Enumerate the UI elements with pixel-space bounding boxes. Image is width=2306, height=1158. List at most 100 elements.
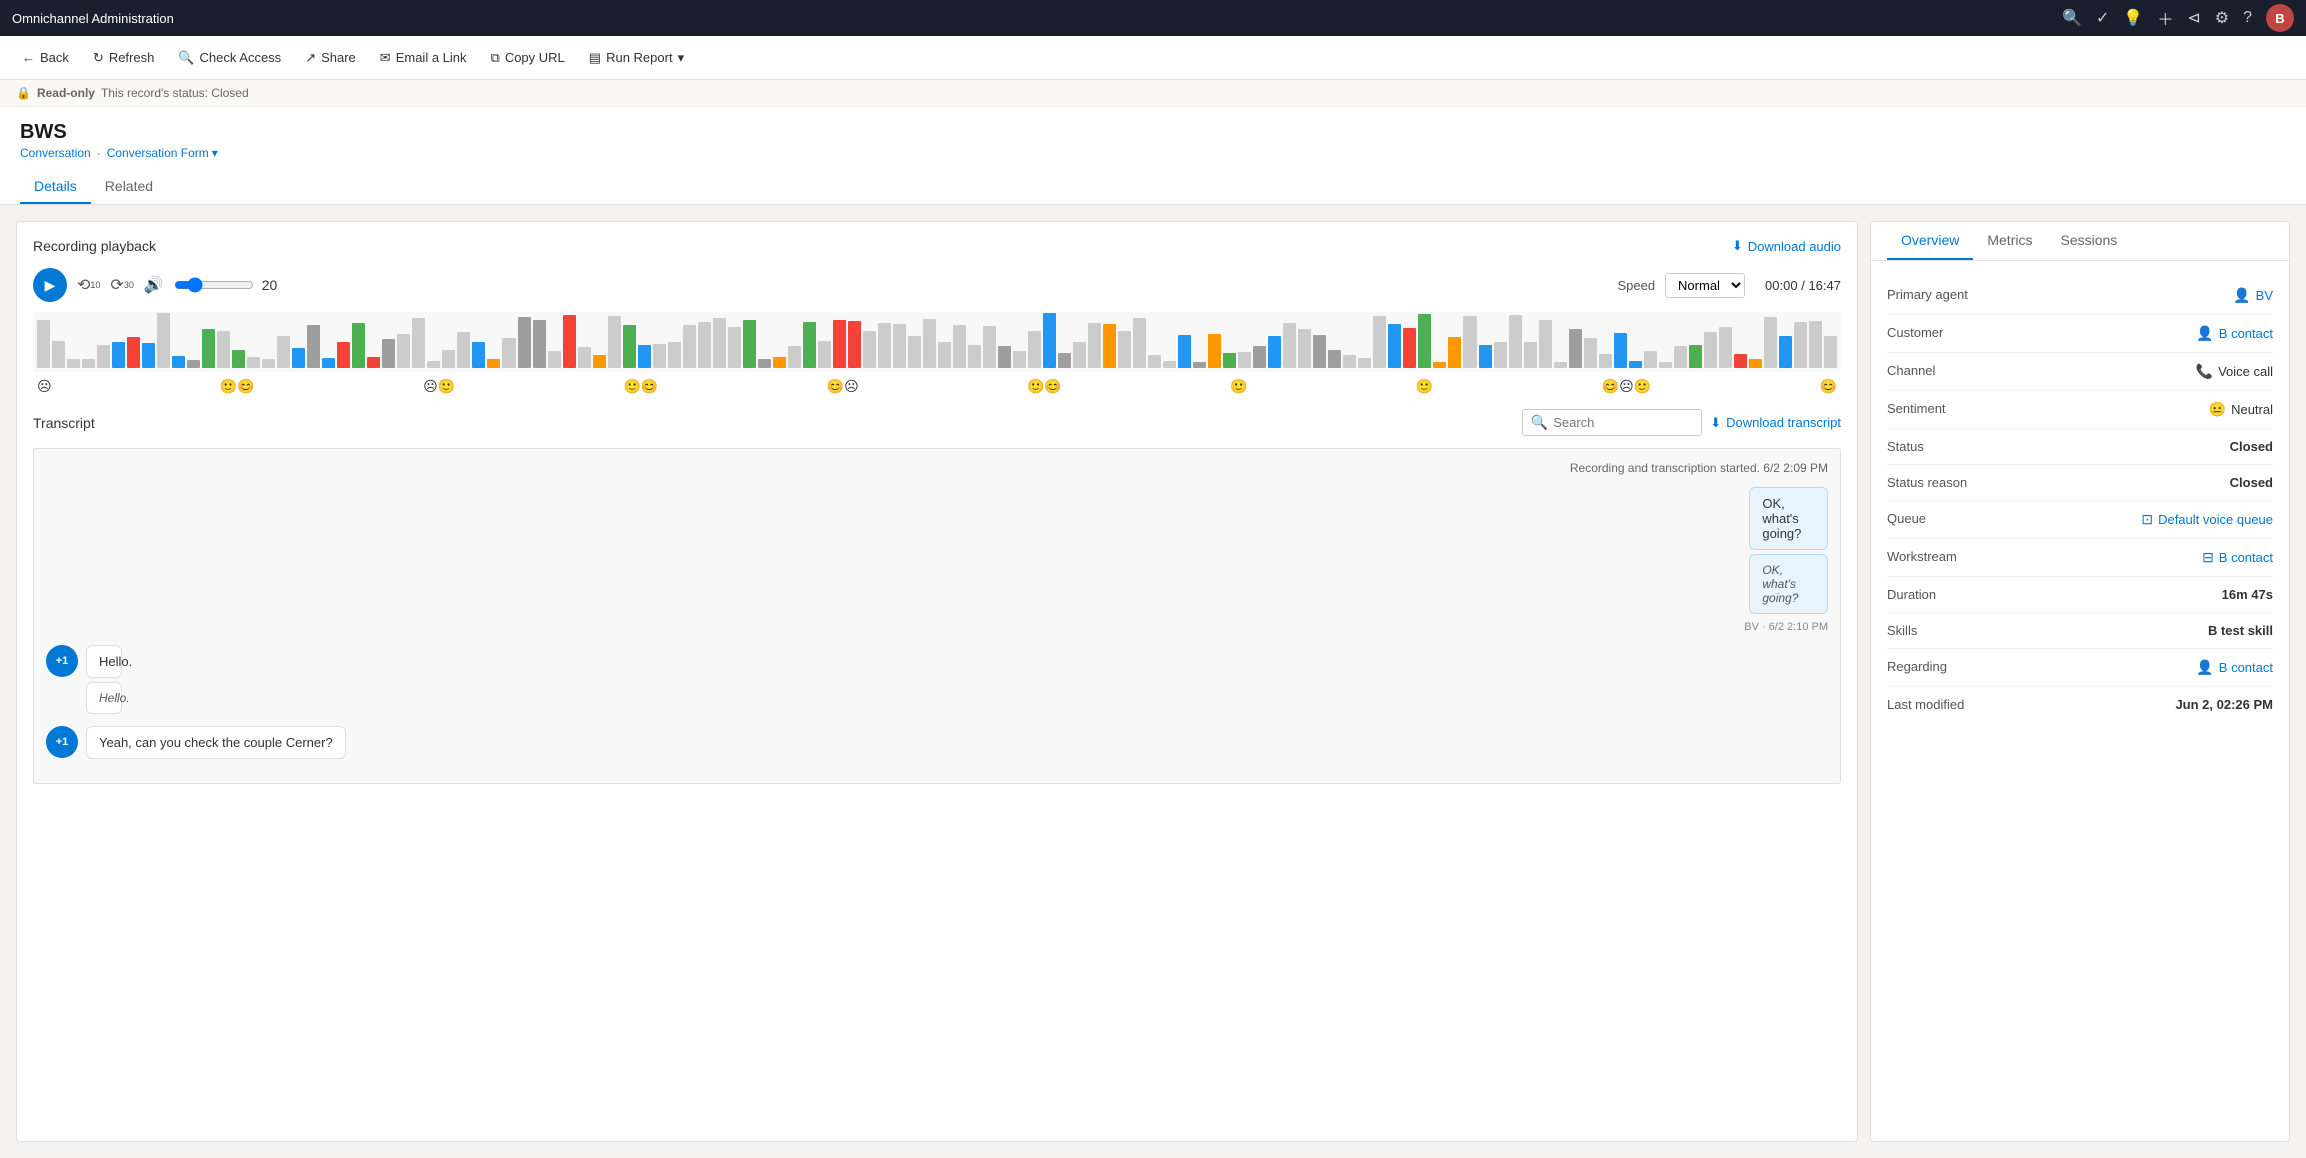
last-modified-label: Last modified: [1887, 697, 2007, 712]
overview-status: Status Closed: [1887, 429, 2273, 465]
queue-label: Queue: [1887, 511, 2007, 526]
top-navigation-bar: Omnichannel Administration 🔍 ✓ 💡 ＋ ⊲ ⚙ ?…: [0, 0, 2306, 36]
overview-content: Primary agent 👤 BV Customer 👤 B contact …: [1871, 261, 2289, 738]
right-tab-metrics[interactable]: Metrics: [1973, 222, 2046, 260]
sentiment-value: Neutral: [2231, 402, 2273, 417]
customer-bubble-1: Hello.: [86, 645, 122, 678]
speed-label: Speed: [1617, 278, 1655, 293]
neutral-face-icon: 😐: [2209, 401, 2226, 418]
refresh-button[interactable]: ↻ Refresh: [83, 45, 164, 71]
volume-value: 20: [262, 277, 278, 293]
customer-avatar-2: +1: [46, 726, 78, 758]
download-audio-icon: ⬇: [1732, 238, 1743, 254]
overview-channel: Channel 📞 Voice call: [1887, 353, 2273, 391]
play-button[interactable]: ▶: [33, 268, 67, 302]
right-panel: Overview Metrics Sessions Primary agent …: [1870, 221, 2290, 1142]
customer-value[interactable]: B contact: [2219, 326, 2273, 341]
speed-selector[interactable]: 0.5x Normal 1.25x 1.5x 2x: [1665, 273, 1745, 298]
regarding-value[interactable]: B contact: [2219, 660, 2273, 675]
settings-icon[interactable]: ⚙: [2215, 8, 2229, 28]
download-transcript-button[interactable]: ⬇ Download transcript: [1710, 415, 1841, 431]
sentiment-emoji-1: ☹: [37, 378, 52, 395]
last-modified-value: Jun 2, 02:26 PM: [2007, 697, 2273, 712]
share-button[interactable]: ↗ Share: [295, 45, 366, 71]
refresh-icon: ↻: [93, 50, 104, 66]
transcript-section-header: Transcript 🔍 ⬇ Download transcript: [33, 409, 1841, 436]
sentiment-emoji-4: 🙂😊: [623, 378, 658, 395]
skills-label: Skills: [1887, 623, 2007, 638]
email-link-button[interactable]: ✉ Email a Link: [370, 45, 477, 71]
sentiment-emoji-6: 🙂😊: [1027, 378, 1062, 395]
sentiment-emoji-7: 🙂: [1230, 378, 1247, 395]
email-icon: ✉: [380, 50, 391, 66]
message-row-agent-1: OK, what's going? OK, what's going? BV ·…: [46, 487, 1828, 633]
sentiment-emoji-5: 😊☹: [827, 378, 859, 395]
check-icon[interactable]: ✓: [2096, 8, 2109, 28]
run-report-button[interactable]: ▤ Run Report ▾: [579, 45, 694, 71]
transcript-title: Transcript: [33, 415, 95, 431]
phone-icon: 📞: [2196, 363, 2213, 380]
regarding-value-wrap: 👤 B contact: [2196, 659, 2273, 676]
overview-status-reason: Status reason Closed: [1887, 465, 2273, 501]
app-title: Omnichannel Administration: [12, 11, 174, 26]
customer-value-wrap: 👤 B contact: [2196, 325, 2273, 342]
lightbulb-icon[interactable]: 💡: [2123, 8, 2143, 28]
volume-slider[interactable]: [174, 277, 254, 293]
agent-bubble-1: OK, what's going?: [1749, 487, 1828, 550]
add-icon[interactable]: ＋: [2157, 6, 2173, 30]
primary-agent-value-wrap: 👤 BV: [2233, 287, 2273, 304]
primary-agent-value[interactable]: BV: [2256, 288, 2273, 303]
help-icon[interactable]: ?: [2243, 9, 2252, 27]
right-tab-sessions[interactable]: Sessions: [2046, 222, 2131, 260]
channel-value: Voice call: [2218, 364, 2273, 379]
back-icon: ←: [22, 50, 35, 65]
check-access-icon: 🔍: [178, 50, 194, 66]
customer-bubble-1b: Hello.: [86, 682, 122, 714]
skip-forward-button[interactable]: ⟳30: [110, 275, 133, 295]
volume-button[interactable]: 🔊: [144, 275, 164, 295]
command-bar: ← Back ↻ Refresh 🔍 Check Access ↗ Share …: [0, 36, 2306, 80]
tab-related[interactable]: Related: [91, 170, 167, 204]
search-icon[interactable]: 🔍: [2062, 8, 2082, 28]
share-icon: ↗: [305, 50, 316, 66]
sentiment-label: Sentiment: [1887, 401, 2007, 416]
skip-back-button[interactable]: ⟲10: [77, 275, 100, 295]
breadcrumb-conversation[interactable]: Conversation: [20, 146, 91, 160]
tab-details[interactable]: Details: [20, 170, 91, 204]
dropdown-chevron-icon: ▾: [678, 50, 685, 66]
check-access-button[interactable]: 🔍 Check Access: [168, 45, 291, 71]
workstream-value-wrap: ⊟ B contact: [2202, 549, 2273, 566]
sentiment-emoji-9: 😊☹🙂: [1602, 378, 1651, 395]
channel-value-wrap: 📞 Voice call: [2196, 363, 2273, 380]
overview-regarding: Regarding 👤 B contact: [1887, 649, 2273, 687]
waveform[interactable]: [33, 312, 1841, 372]
readonly-detail: This record's status: Closed: [101, 86, 249, 100]
copy-url-button[interactable]: ⧉ Copy URL: [481, 45, 575, 71]
player-controls: ▶ ⟲10 ⟳30 🔊 20 Speed 0.5x Normal 1.25x 1…: [33, 268, 1841, 302]
workstream-value[interactable]: B contact: [2219, 550, 2273, 565]
status-reason-label: Status reason: [1887, 475, 2007, 490]
recording-header: Recording playback ⬇ Download audio: [33, 238, 1841, 254]
download-transcript-icon: ⬇: [1710, 415, 1721, 431]
queue-icon: ⊡: [2141, 511, 2153, 528]
workstream-label: Workstream: [1887, 549, 2007, 564]
customer-avatar-1: +1: [46, 645, 78, 677]
right-tab-overview[interactable]: Overview: [1887, 222, 1973, 260]
transcript-actions: 🔍 ⬇ Download transcript: [1522, 409, 1841, 436]
download-audio-button[interactable]: ⬇ Download audio: [1732, 238, 1841, 254]
overview-sentiment: Sentiment 😐 Neutral: [1887, 391, 2273, 429]
duration-value: 16m 47s: [2007, 587, 2273, 602]
transcript-search-input[interactable]: [1553, 415, 1693, 430]
filter-icon[interactable]: ⊲: [2187, 8, 2200, 28]
breadcrumb-form[interactable]: Conversation Form ▾: [107, 146, 218, 160]
overview-queue: Queue ⊡ Default voice queue: [1887, 501, 2273, 539]
recording-title: Recording playback: [33, 238, 156, 254]
queue-value[interactable]: Default voice queue: [2158, 512, 2273, 527]
user-avatar[interactable]: B: [2266, 4, 2294, 32]
transcript-search-wrap: 🔍: [1522, 409, 1702, 436]
report-icon: ▤: [589, 50, 601, 66]
regarding-label: Regarding: [1887, 659, 2007, 674]
sentiment-emoji-2: 🙂😊: [220, 378, 255, 395]
back-button[interactable]: ← Back: [12, 45, 79, 70]
message-row-customer-2: +1 Yeah, can you check the couple Cerner…: [46, 726, 1828, 759]
